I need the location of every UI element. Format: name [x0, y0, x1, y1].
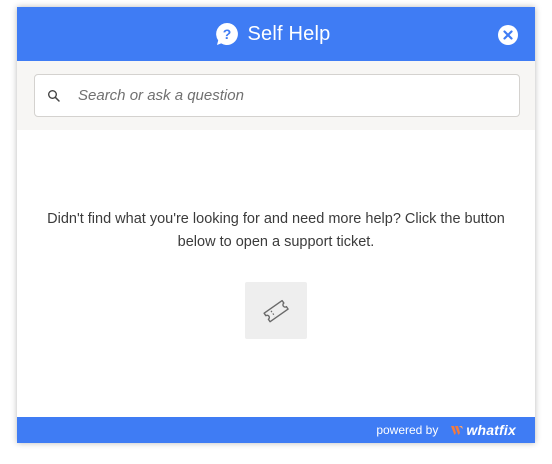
support-message: Didn't find what you're looking for and … [47, 211, 505, 250]
page: ? Self Help Didn't find what you're look… [0, 0, 552, 464]
search-input[interactable] [78, 75, 498, 116]
widget-header: ? Self Help [17, 7, 535, 61]
search-area [17, 61, 535, 130]
open-support-ticket-button[interactable] [245, 282, 307, 339]
ticket-icon [263, 299, 289, 322]
help-bubble-icon: ? [215, 23, 238, 45]
search-icon [48, 89, 60, 102]
whatfix-logo[interactable]: whatfix [450, 422, 516, 438]
self-help-widget: ? Self Help Didn't find what you're look… [17, 7, 535, 443]
whatfix-logo-icon [451, 426, 464, 435]
close-icon [503, 30, 513, 40]
svg-text:?: ? [222, 26, 231, 42]
widget-footer: powered by whatfix [17, 417, 535, 443]
close-button[interactable] [498, 25, 518, 45]
search-box[interactable] [34, 74, 520, 117]
header-title-group: ? Self Help [214, 21, 331, 47]
powered-by-label: powered by [376, 423, 439, 437]
widget-title: Self Help [247, 22, 331, 45]
whatfix-brand-name: whatfix [466, 422, 516, 438]
